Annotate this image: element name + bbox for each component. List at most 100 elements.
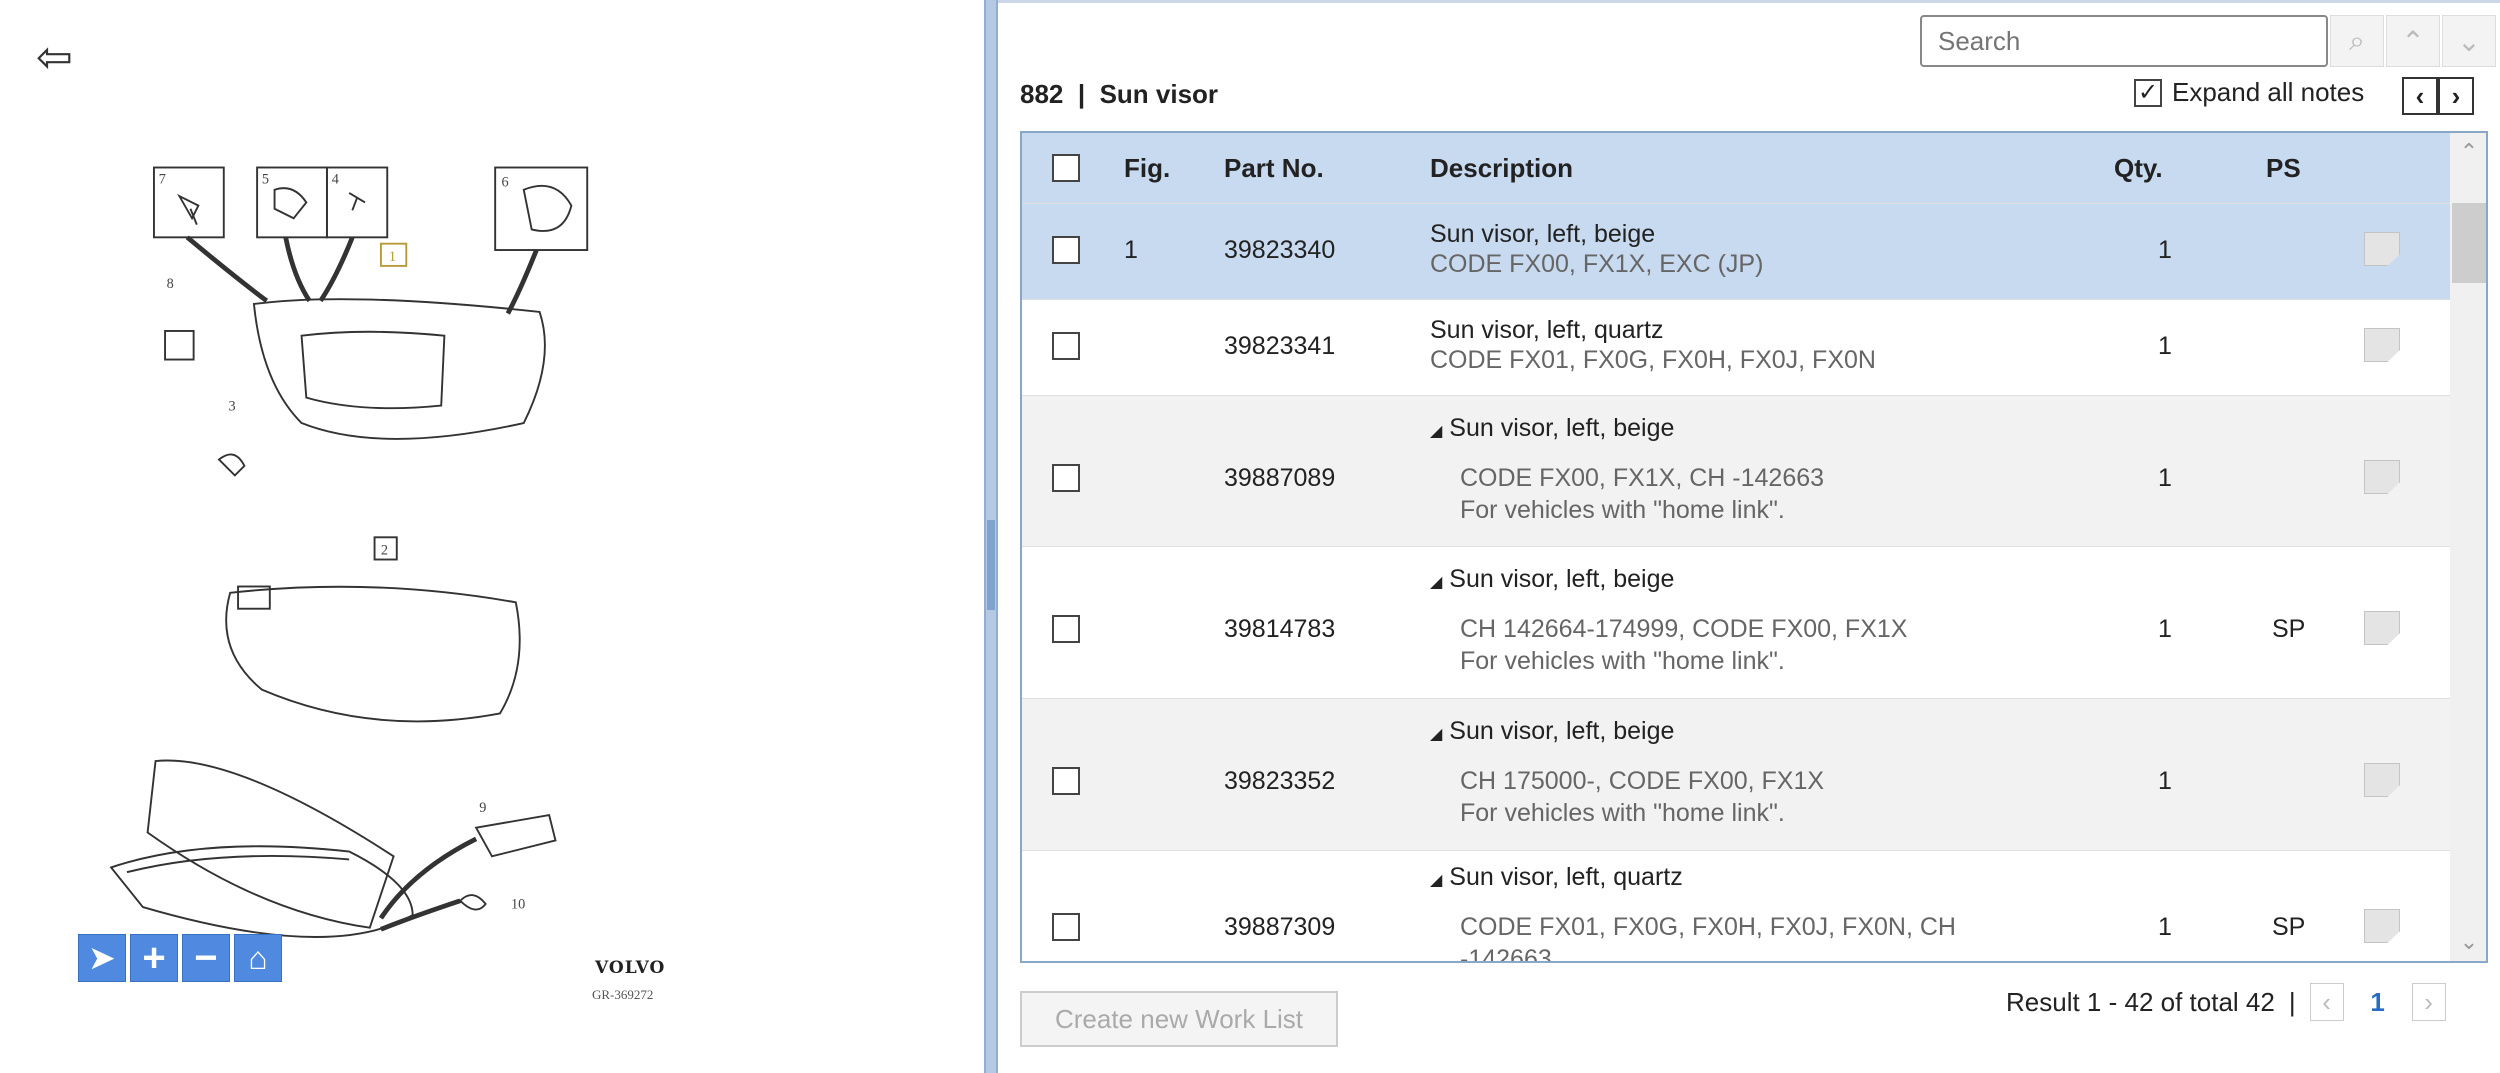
row-checkbox[interactable] bbox=[1052, 464, 1080, 492]
part-note: CODE FX01, FX0G, FX0H, FX0J, FX0N, CH bbox=[1460, 913, 1956, 941]
splitter-grip[interactable] bbox=[987, 520, 995, 610]
ps-flag: SP bbox=[2272, 615, 2306, 643]
note-icon[interactable] bbox=[2364, 909, 2400, 943]
row-checkbox[interactable] bbox=[1052, 236, 1080, 264]
col-part-no[interactable]: Part No. bbox=[1224, 153, 1324, 184]
collapse-triangle-icon[interactable]: ◢ bbox=[1430, 423, 1442, 440]
row-checkbox[interactable] bbox=[1052, 615, 1080, 643]
table-row[interactable]: 39887089 ◢ Sun visor, left, beige CODE FX… bbox=[1022, 395, 2450, 546]
notes-next-button[interactable]: › bbox=[2438, 77, 2474, 115]
table-header: Fig. Part No. Description Qty. PS bbox=[1022, 133, 2450, 203]
note-icon[interactable] bbox=[2364, 232, 2400, 266]
row-checkbox[interactable] bbox=[1052, 913, 1080, 941]
col-description[interactable]: Description bbox=[1430, 153, 1573, 184]
exploded-parts-diagram[interactable]: 7 5 4 6 1 8 3 2 9 10 bbox=[0, 0, 984, 1073]
col-qty[interactable]: Qty. bbox=[2114, 153, 2163, 184]
svg-text:2: 2 bbox=[381, 543, 388, 559]
group-number: 882 bbox=[1020, 79, 1064, 109]
part-note: For vehicles with "home link". bbox=[1460, 647, 1785, 675]
collapse-triangle-icon[interactable]: ◢ bbox=[1430, 726, 1442, 743]
fig-number: 1 bbox=[1124, 236, 1138, 264]
scrollbar-thumb[interactable] bbox=[2452, 203, 2486, 283]
next-page-button[interactable]: › bbox=[2411, 983, 2446, 1021]
part-note: CH 175000-, CODE FX00, FX1X bbox=[1460, 767, 1825, 795]
part-title: Sun visor, left, beige bbox=[1449, 565, 1675, 593]
svg-text:10: 10 bbox=[511, 897, 525, 913]
diagram-panel: 7 5 4 6 1 8 3 2 9 10 ⇦ ➤ + − ⌂ VOLVO GR-369272 bbox=[0, 0, 984, 1073]
table-row[interactable]: 39887309 ◢ Sun visor, left, quartz CODE F… bbox=[1022, 850, 2450, 963]
part-number[interactable]: 39814783 bbox=[1224, 615, 1335, 644]
result-count: Result 1 - 42 of total 42 bbox=[2006, 986, 2275, 1017]
group-title: Sun visor bbox=[1099, 79, 1219, 109]
part-title: Sun visor, left, quartz bbox=[1449, 863, 1683, 891]
note-icon[interactable] bbox=[2364, 611, 2400, 645]
current-page[interactable]: 1 bbox=[2358, 987, 2398, 1018]
svg-text:6: 6 bbox=[502, 175, 509, 191]
illustration-number: GR-369272 bbox=[592, 987, 654, 1002]
row-checkbox[interactable] bbox=[1052, 767, 1080, 795]
part-note: CH 142664-174999, CODE FX00, FX1X bbox=[1460, 615, 1908, 643]
part-number[interactable]: 39823352 bbox=[1224, 767, 1335, 796]
table-row[interactable]: 1 39823340 Sun visor, left, beige CODE FX… bbox=[1022, 203, 2450, 299]
quantity: 1 bbox=[2158, 615, 2172, 643]
quantity: 1 bbox=[2158, 236, 2172, 264]
part-note: CODE FX00, FX1X, CH -142663 bbox=[1460, 464, 1825, 492]
table-row[interactable]: 39814783 ◢ Sun visor, left, beige CH 1426… bbox=[1022, 546, 2450, 698]
zoom-out-icon[interactable]: − bbox=[182, 934, 230, 982]
search-prev-button[interactable]: ⌃ bbox=[2386, 15, 2440, 67]
quantity: 1 bbox=[2158, 332, 2172, 360]
pagination-separator: | bbox=[2288, 986, 2296, 1017]
svg-text:7: 7 bbox=[159, 171, 166, 187]
notes-prev-button[interactable]: ‹ bbox=[2402, 77, 2438, 115]
quantity: 1 bbox=[2158, 767, 2172, 795]
pointer-icon[interactable]: ➤ bbox=[78, 934, 126, 982]
table-row[interactable]: 39823352 ◢ Sun visor, left, beige CH 1750… bbox=[1022, 698, 2450, 850]
expand-all-notes[interactable]: ✓ Expand all notes bbox=[2134, 77, 2364, 108]
ps-flag: SP bbox=[2272, 913, 2306, 941]
notes-nav: ‹ › bbox=[2402, 77, 2474, 115]
pagination: Result 1 - 42 of total 42 | ‹ 1 › bbox=[2006, 983, 2446, 1021]
part-number[interactable]: 39887309 bbox=[1224, 913, 1335, 942]
part-number[interactable]: 39887089 bbox=[1224, 464, 1335, 493]
row-checkbox[interactable] bbox=[1052, 332, 1080, 360]
expand-notes-checkbox[interactable]: ✓ bbox=[2134, 78, 2162, 107]
col-ps[interactable]: PS bbox=[2266, 153, 2301, 184]
collapse-triangle-icon[interactable]: ◢ bbox=[1430, 872, 1442, 889]
home-icon[interactable]: ⌂ bbox=[234, 934, 282, 982]
parts-table: Fig. Part No. Description Qty. PS 1 3982… bbox=[1020, 131, 2488, 963]
part-note: CODE FX00, FX1X, EXC (JP) bbox=[1430, 250, 1764, 278]
part-title: Sun visor, left, beige bbox=[1430, 220, 1656, 248]
scroll-down-icon[interactable]: ⌄ bbox=[2450, 929, 2486, 955]
part-note: -142663 bbox=[1460, 945, 1552, 963]
search-input[interactable] bbox=[1920, 15, 2328, 67]
note-icon[interactable] bbox=[2364, 763, 2400, 797]
part-title: Sun visor, left, quartz bbox=[1430, 316, 1664, 344]
panel-splitter[interactable] bbox=[984, 0, 998, 1073]
search-icon[interactable]: ⌕ bbox=[2330, 15, 2384, 67]
create-work-list-button[interactable]: Create new Work List bbox=[1020, 991, 1338, 1047]
col-fig[interactable]: Fig. bbox=[1124, 153, 1170, 184]
quantity: 1 bbox=[2158, 913, 2172, 941]
scroll-up-icon[interactable]: ⌃ bbox=[2450, 139, 2486, 165]
zoom-in-icon[interactable]: + bbox=[130, 934, 178, 982]
note-icon[interactable] bbox=[2364, 460, 2400, 494]
part-number[interactable]: 39823340 bbox=[1224, 236, 1335, 265]
table-row[interactable]: 39823341 Sun visor, left, quartz CODE FX0… bbox=[1022, 299, 2450, 395]
prev-page-button[interactable]: ‹ bbox=[2309, 983, 2344, 1021]
collapse-triangle-icon[interactable]: ◢ bbox=[1430, 574, 1442, 591]
search-next-button[interactable]: ⌄ bbox=[2442, 15, 2496, 67]
svg-text:8: 8 bbox=[167, 276, 174, 292]
part-note: For vehicles with "home link". bbox=[1460, 496, 1785, 524]
note-icon[interactable] bbox=[2364, 328, 2400, 362]
svg-text:5: 5 bbox=[262, 171, 269, 187]
svg-text:1: 1 bbox=[389, 249, 396, 265]
part-number[interactable]: 39823341 bbox=[1224, 332, 1335, 361]
table-scrollbar[interactable]: ⌃ ⌄ bbox=[2450, 133, 2486, 961]
parts-list-panel: ⌕ ⌃ ⌄ 882 | Sun visor ✓ Expand all notes… bbox=[998, 0, 2500, 1073]
title-separator: | bbox=[1077, 79, 1086, 109]
back-arrow-icon[interactable]: ⇦ bbox=[36, 32, 73, 83]
select-all-checkbox[interactable] bbox=[1052, 154, 1080, 182]
part-note: CODE FX01, FX0G, FX0H, FX0J, FX0N bbox=[1430, 346, 1876, 374]
svg-text:9: 9 bbox=[479, 800, 486, 816]
svg-text:4: 4 bbox=[332, 171, 339, 187]
